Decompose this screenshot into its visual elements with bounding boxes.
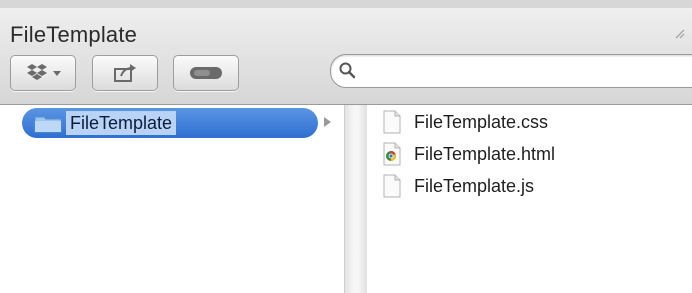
- disclosure-arrow-icon[interactable]: [322, 116, 332, 128]
- toggle-view-button[interactable]: [173, 55, 239, 91]
- folder-icon: [34, 116, 62, 133]
- share-button[interactable]: [92, 55, 158, 91]
- share-icon: [114, 64, 136, 82]
- file-item-html[interactable]: FileTemplate.html: [382, 140, 682, 168]
- toggle-pill-icon: [190, 67, 222, 79]
- document-icon: [383, 174, 401, 198]
- file-label: FileTemplate.js: [414, 176, 535, 196]
- window-title: FileTemplate: [10, 22, 138, 47]
- window-top-strip: [0, 0, 692, 8]
- dropbox-icon: [27, 64, 61, 80]
- sidebar-item-label: FileTemplate: [66, 111, 177, 135]
- resize-icon[interactable]: [674, 28, 686, 40]
- dropbox-actions-button[interactable]: [10, 55, 76, 91]
- pane-divider[interactable]: [344, 105, 368, 293]
- file-label: FileTemplate.html: [414, 144, 556, 164]
- document-icon: [383, 110, 401, 134]
- file-label: FileTemplate.css: [414, 112, 549, 132]
- file-item-css[interactable]: FileTemplate.css: [382, 108, 682, 136]
- search-input[interactable]: [362, 58, 686, 84]
- chrome-document-icon: [383, 142, 401, 166]
- file-item-js[interactable]: FileTemplate.js: [382, 172, 682, 200]
- search-icon: [339, 62, 356, 79]
- finder-window: FileTemplate FileTemplate FileTemplate.c…: [0, 0, 692, 293]
